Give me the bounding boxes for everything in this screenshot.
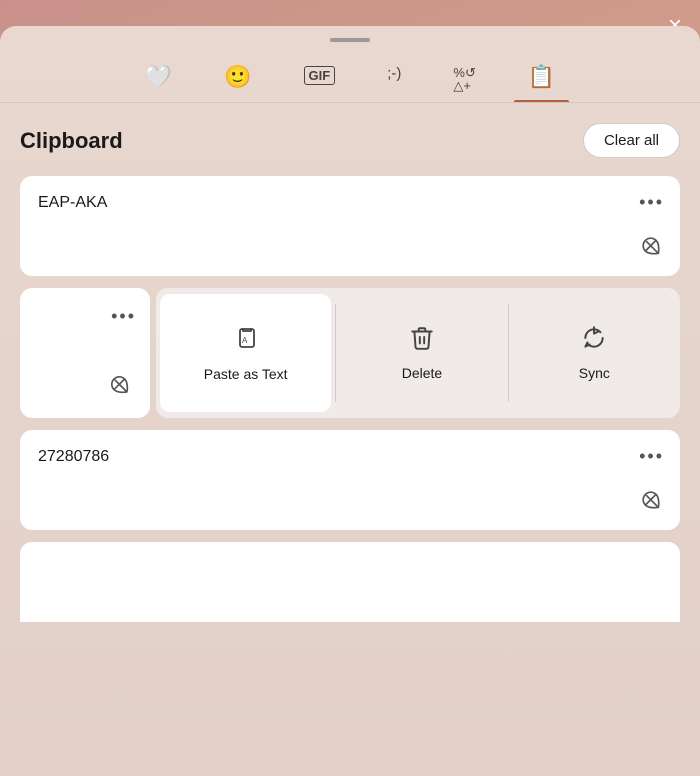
clipboard-item-2-card: •••	[20, 288, 150, 418]
clipboard-title: Clipboard	[20, 128, 123, 154]
sync-button[interactable]: Sync	[509, 288, 680, 418]
clipboard-item-1: EAP-AKA •••	[20, 176, 680, 276]
paste-as-text-icon: A	[232, 324, 260, 358]
tab-emoji[interactable]: 🙂	[210, 58, 265, 102]
clipboard-item-2-pin-button[interactable]	[106, 371, 141, 406]
clipboard-item-3-pin-button[interactable]	[638, 487, 671, 520]
clipboard-item-1-text: EAP-AKA	[38, 194, 107, 211]
context-menu: A Paste as Text	[156, 288, 680, 418]
clipboard-item-1-pin-button[interactable]	[638, 233, 671, 266]
sync-icon	[581, 325, 607, 357]
clipboard-item-2: ••• A	[20, 288, 680, 418]
clipboard-item-2-more-button[interactable]: •••	[111, 306, 136, 327]
tabs-row: 🤍 🙂 GIF ;-) %↺△+ 📋	[0, 50, 700, 103]
paste-as-text-button[interactable]: A Paste as Text	[160, 294, 331, 412]
paste-as-text-label: Paste as Text	[204, 366, 288, 382]
clipboard-icon: 📋	[528, 66, 555, 88]
tab-kaomoji[interactable]: ;-)	[373, 58, 415, 102]
clipboard-item-1-more-button[interactable]: •••	[639, 192, 664, 213]
clipboard-item-3-text: 27280786	[38, 448, 109, 465]
favorites-icon: 🤍	[145, 66, 172, 88]
clipboard-item-3-more-button[interactable]: •••	[639, 446, 664, 467]
delete-label: Delete	[402, 365, 442, 381]
delete-button[interactable]: Delete	[336, 288, 507, 418]
clipboard-content: Clipboard Clear all EAP-AKA ••• •••	[0, 103, 700, 776]
tab-clipboard[interactable]: 📋	[514, 58, 569, 102]
clipboard-item-4-partial	[20, 542, 680, 622]
clipboard-header: Clipboard Clear all	[20, 123, 680, 158]
svg-text:A: A	[242, 336, 248, 345]
kaomoji-icon: ;-)	[387, 66, 401, 81]
drag-handle	[330, 38, 370, 42]
gif-icon: GIF	[304, 66, 336, 85]
emoji-icon: 🙂	[224, 66, 251, 88]
delete-icon	[409, 325, 435, 357]
tab-symbols[interactable]: %↺△+	[439, 58, 489, 102]
clear-all-button[interactable]: Clear all	[583, 123, 680, 158]
sync-label: Sync	[579, 365, 610, 381]
bottom-sheet: 🤍 🙂 GIF ;-) %↺△+ 📋 Clipboard Clear all E…	[0, 26, 700, 776]
tab-gif[interactable]: GIF	[290, 58, 350, 102]
tab-favorites[interactable]: 🤍	[131, 58, 186, 102]
clipboard-item-3: 27280786 •••	[20, 430, 680, 530]
symbols-icon: %↺△+	[453, 66, 475, 92]
drag-handle-row	[0, 26, 700, 50]
